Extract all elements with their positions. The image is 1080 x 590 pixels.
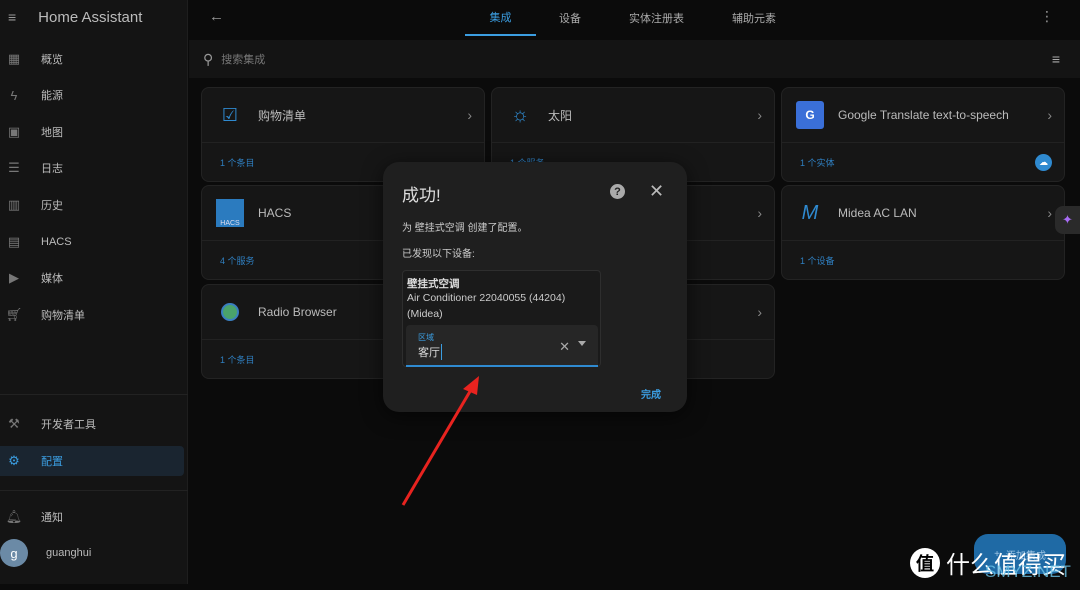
arrow-head xyxy=(463,376,479,395)
annotation-arrow xyxy=(401,376,479,506)
arrow-shaft xyxy=(401,387,474,506)
watermark-site: SMYZ.NET xyxy=(985,562,1071,581)
